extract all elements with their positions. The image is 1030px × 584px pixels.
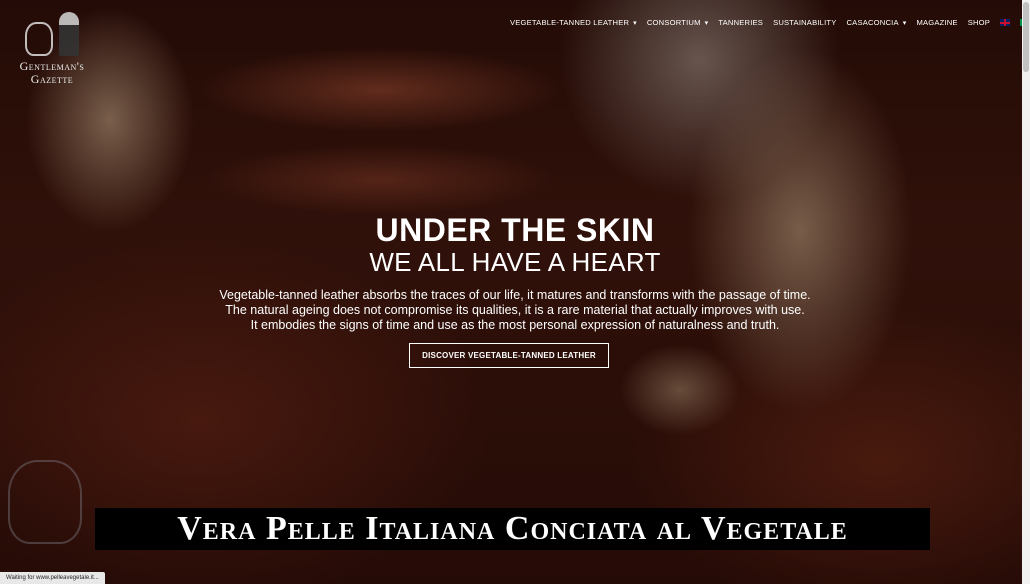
hero-headline: UNDER THE SKIN WE ALL HAVE A HEART [0,212,1030,276]
nav-item-tanneries[interactable]: TANNERIES [718,18,763,27]
english-flag-icon[interactable] [1000,19,1011,26]
logo-mark-icon [12,8,92,56]
nav-item-casaconcia[interactable]: CASACONCIA ▾ [847,18,907,27]
logo-text-line2: Gazette [30,72,74,87]
caption-banner: Vera Pelle Italiana Conciata al Vegetale [95,508,930,550]
handprint-icon [25,22,53,56]
scrollbar-thumb[interactable] [1023,2,1029,72]
nav-item-vegetable-tanned-leather[interactable]: VEGETABLE-TANNED LEATHER ▾ [510,18,637,27]
nav-item-magazine[interactable]: MAGAZINE [916,18,957,27]
nav-label: CONSORTIUM [646,18,701,27]
hero-subtitle: WE ALL HAVE A HEART [369,247,661,277]
chevron-down-icon: ▾ [902,19,907,27]
discover-leather-button[interactable]: DISCOVER VEGETABLE-TANNED LEATHER [409,343,609,368]
hero-intro: Vegetable-tanned leather absorbs the tra… [0,288,1030,333]
hero-title: UNDER THE SKIN [375,212,655,248]
intro-line-2: The natural ageing does not compromise i… [225,303,805,317]
nav-label: TANNERIES [718,18,764,27]
nav-label: SHOP [967,18,991,27]
chevron-down-icon: ▾ [633,19,637,27]
nav-item-consortium[interactable]: CONSORTIUM ▾ [647,18,708,27]
nav-label: SUSTAINABILITY [773,18,837,27]
gentleman-icon [59,12,79,56]
nav-item-sustainability[interactable]: SUSTAINABILITY [773,18,836,27]
nav-label: CASACONCIA [846,18,899,27]
nav-label: MAGAZINE [916,18,958,27]
browser-status-bar: Waiting for www.pelleavegetale.it... [0,572,105,584]
site-logo[interactable]: Gentleman's Gazette [12,8,92,86]
nav-item-shop[interactable]: SHOP [968,18,990,27]
intro-line-1: Vegetable-tanned leather absorbs the tra… [219,288,811,302]
intro-line-3: It embodies the signs of time and use as… [250,318,780,332]
nav-label: VEGETABLE-TANNED LEATHER [510,18,630,27]
scrollbar[interactable] [1022,0,1030,584]
chevron-down-icon: ▾ [704,19,709,27]
main-nav: VEGETABLE-TANNED LEATHER ▾ CONSORTIUM ▾ … [510,18,1030,27]
handprint-watermark-icon [8,460,82,544]
